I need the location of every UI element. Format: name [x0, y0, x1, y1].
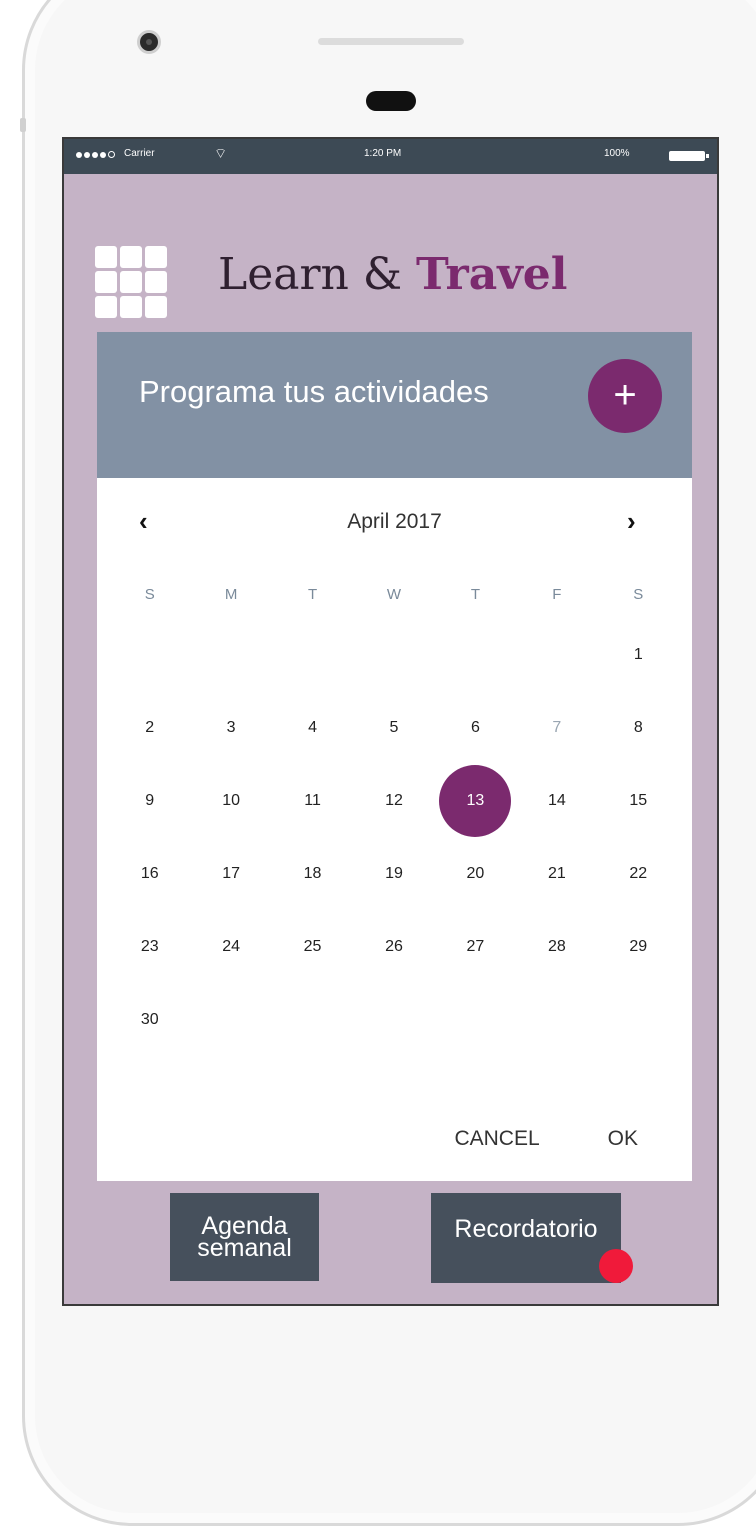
calendar-day[interactable]: 11: [272, 779, 353, 852]
weekday-sat: S: [633, 586, 644, 603]
calendar-day[interactable]: 3: [190, 706, 271, 779]
weekday-wed: W: [386, 586, 402, 603]
calendar-day[interactable]: 27: [435, 925, 516, 998]
activities-title: Programa tus actividades: [139, 374, 489, 409]
app-title: Learn & Travel: [218, 249, 568, 300]
signal-icon: [76, 151, 115, 158]
camera-icon: [137, 30, 161, 54]
weekly-agenda-button[interactable]: Agenda semanal: [170, 1193, 319, 1281]
calendar-day[interactable]: 22: [598, 852, 679, 925]
calendar-day[interactable]: 20: [435, 852, 516, 925]
app-title-learn: Learn &: [218, 249, 416, 300]
battery-percent: 100%: [604, 148, 630, 159]
calendar-day[interactable]: 4: [272, 706, 353, 779]
activities-header: Programa tus actividades +: [97, 332, 692, 478]
weekday-header: S M T W T F S: [109, 586, 679, 603]
next-month-button[interactable]: ›: [627, 506, 636, 537]
ok-button[interactable]: OK: [608, 1127, 638, 1151]
calendar-day[interactable]: 16: [109, 852, 190, 925]
dialog-actions: CANCEL OK: [454, 1127, 638, 1151]
wifi-icon: ⌔: [214, 145, 228, 161]
weekday-mon: M: [224, 586, 238, 603]
app-title-travel: Travel: [416, 249, 568, 300]
calendar-day-selected[interactable]: 13: [435, 765, 516, 852]
battery-icon: [669, 151, 709, 161]
calendar-day[interactable]: 19: [353, 852, 434, 925]
status-bar: Carrier ⌔ 1:20 PM 100%: [64, 139, 717, 174]
add-activity-button[interactable]: +: [588, 359, 662, 433]
weekday-thu: T: [470, 586, 480, 603]
weekday-fri: F: [552, 586, 562, 603]
month-label: April 2017: [347, 510, 442, 533]
carrier-label: Carrier: [124, 148, 155, 159]
calendar-day[interactable]: 7: [516, 706, 597, 779]
cancel-button[interactable]: CANCEL: [454, 1127, 539, 1151]
calendar-day[interactable]: 30: [109, 998, 190, 1071]
calendar-day[interactable]: 17: [190, 852, 271, 925]
calendar-days: 1 2 3 4 5 6 7 8 9 10 11 12 13 14 15 16 1…: [109, 633, 679, 1071]
calendar-day[interactable]: 21: [516, 852, 597, 925]
calendar-day[interactable]: 28: [516, 925, 597, 998]
calendar-day[interactable]: 26: [353, 925, 434, 998]
app-screen: Carrier ⌔ 1:20 PM 100% Learn & Travel Pr…: [62, 137, 719, 1306]
date-picker: ‹ April 2017 › S M T W T F S 1 2 3 4 5 6…: [97, 478, 692, 1181]
reminder-button[interactable]: Recordatorio: [431, 1193, 621, 1283]
calendar-day[interactable]: 18: [272, 852, 353, 925]
weekday-tue: T: [307, 586, 318, 603]
calendar-day[interactable]: 29: [598, 925, 679, 998]
phone-side-button: [20, 118, 26, 132]
calendar-day[interactable]: 23: [109, 925, 190, 998]
calendar-day[interactable]: 25: [272, 925, 353, 998]
calendar-day[interactable]: 2: [109, 706, 190, 779]
grid-menu-icon[interactable]: [95, 246, 167, 318]
calendar-day[interactable]: 24: [190, 925, 271, 998]
calendar-day[interactable]: 15: [598, 779, 679, 852]
calendar-day[interactable]: 10: [190, 779, 271, 852]
calendar-day[interactable]: 5: [353, 706, 434, 779]
status-time: 1:20 PM: [364, 148, 402, 159]
calendar-day[interactable]: 9: [109, 779, 190, 852]
speaker-grille: [318, 38, 464, 45]
calendar-day[interactable]: 12: [353, 779, 434, 852]
calendar-day[interactable]: 1: [598, 633, 679, 706]
notification-badge: [599, 1249, 633, 1283]
calendar-day[interactable]: 8: [598, 706, 679, 779]
calendar-day[interactable]: 14: [516, 779, 597, 852]
weekly-agenda-label-2: semanal: [197, 1234, 292, 1262]
weekday-sun: S: [144, 586, 155, 603]
sensor-icon: [366, 91, 416, 111]
